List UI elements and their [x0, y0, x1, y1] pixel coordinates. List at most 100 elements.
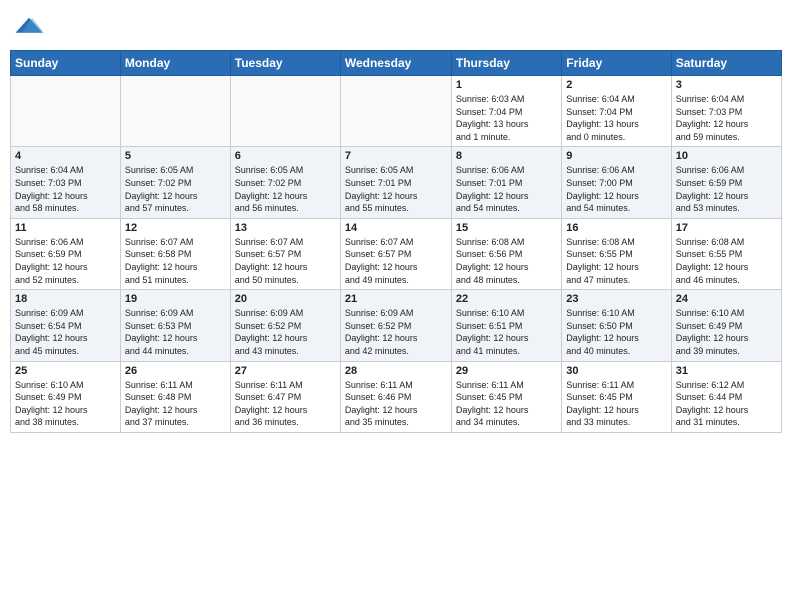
day-info: Sunrise: 6:11 AM Sunset: 6:47 PM Dayligh…	[235, 379, 336, 429]
day-info: Sunrise: 6:05 AM Sunset: 7:02 PM Dayligh…	[235, 164, 336, 214]
day-number: 31	[676, 365, 777, 377]
calendar-cell: 6 Sunrise: 6:05 AM Sunset: 7:02 PM Daylig…	[230, 147, 340, 218]
day-number: 4	[15, 150, 116, 162]
day-number: 23	[566, 293, 666, 305]
calendar-cell: 12 Sunrise: 6:07 AM Sunset: 6:58 PM Dayli…	[120, 218, 230, 289]
day-info: Sunrise: 6:05 AM Sunset: 7:01 PM Dayligh…	[345, 164, 447, 214]
day-info: Sunrise: 6:06 AM Sunset: 7:00 PM Dayligh…	[566, 164, 666, 214]
day-number: 11	[15, 222, 116, 234]
day-info: Sunrise: 6:05 AM Sunset: 7:02 PM Dayligh…	[125, 164, 226, 214]
day-info: Sunrise: 6:11 AM Sunset: 6:45 PM Dayligh…	[456, 379, 557, 429]
day-info: Sunrise: 6:09 AM Sunset: 6:52 PM Dayligh…	[345, 307, 447, 357]
day-number: 9	[566, 150, 666, 162]
calendar-cell	[120, 76, 230, 147]
logo	[14, 16, 46, 36]
day-number: 3	[676, 79, 777, 91]
day-number: 21	[345, 293, 447, 305]
calendar-table: SundayMondayTuesdayWednesdayThursdayFrid…	[10, 50, 782, 433]
day-header-monday: Monday	[120, 51, 230, 76]
day-number: 25	[15, 365, 116, 377]
day-number: 5	[125, 150, 226, 162]
calendar-cell: 15 Sunrise: 6:08 AM Sunset: 6:56 PM Dayli…	[451, 218, 561, 289]
calendar-cell: 30 Sunrise: 6:11 AM Sunset: 6:45 PM Dayli…	[562, 361, 671, 432]
day-header-wednesday: Wednesday	[340, 51, 451, 76]
calendar-cell: 9 Sunrise: 6:06 AM Sunset: 7:00 PM Daylig…	[562, 147, 671, 218]
calendar-cell: 24Sunrise: 6:10 AM Sunset: 6:49 PM Dayli…	[671, 290, 781, 361]
calendar-cell: 21 Sunrise: 6:09 AM Sunset: 6:52 PM Dayli…	[340, 290, 451, 361]
calendar-week-4: 18Sunrise: 6:09 AM Sunset: 6:54 PM Dayli…	[11, 290, 782, 361]
day-header-friday: Friday	[562, 51, 671, 76]
day-number: 27	[235, 365, 336, 377]
day-info: Sunrise: 6:03 AM Sunset: 7:04 PM Dayligh…	[456, 93, 557, 143]
day-number: 26	[125, 365, 226, 377]
calendar-cell: 7 Sunrise: 6:05 AM Sunset: 7:01 PM Daylig…	[340, 147, 451, 218]
day-number: 30	[566, 365, 666, 377]
day-info: Sunrise: 6:10 AM Sunset: 6:49 PM Dayligh…	[15, 379, 116, 429]
day-number: 28	[345, 365, 447, 377]
calendar-cell: 4 Sunrise: 6:04 AM Sunset: 7:03 PM Daylig…	[11, 147, 121, 218]
calendar-cell: 20 Sunrise: 6:09 AM Sunset: 6:52 PM Dayli…	[230, 290, 340, 361]
calendar-cell: 29 Sunrise: 6:11 AM Sunset: 6:45 PM Dayli…	[451, 361, 561, 432]
day-header-thursday: Thursday	[451, 51, 561, 76]
day-header-sunday: Sunday	[11, 51, 121, 76]
day-number: 29	[456, 365, 557, 377]
day-number: 24	[676, 293, 777, 305]
day-info: Sunrise: 6:07 AM Sunset: 6:57 PM Dayligh…	[345, 236, 447, 286]
calendar-cell: 25 Sunrise: 6:10 AM Sunset: 6:49 PM Dayli…	[11, 361, 121, 432]
calendar-cell	[11, 76, 121, 147]
day-info: Sunrise: 6:09 AM Sunset: 6:54 PM Dayligh…	[15, 307, 116, 357]
day-info: Sunrise: 6:06 AM Sunset: 6:59 PM Dayligh…	[676, 164, 777, 214]
calendar-cell: 3 Sunrise: 6:04 AM Sunset: 7:03 PM Daylig…	[671, 76, 781, 147]
day-info: Sunrise: 6:08 AM Sunset: 6:56 PM Dayligh…	[456, 236, 557, 286]
day-info: Sunrise: 6:07 AM Sunset: 6:58 PM Dayligh…	[125, 236, 226, 286]
day-number: 12	[125, 222, 226, 234]
day-number: 17	[676, 222, 777, 234]
day-number: 1	[456, 79, 557, 91]
calendar-cell: 14Sunrise: 6:07 AM Sunset: 6:57 PM Dayli…	[340, 218, 451, 289]
calendar-cell	[340, 76, 451, 147]
calendar-cell: 27 Sunrise: 6:11 AM Sunset: 6:47 PM Dayli…	[230, 361, 340, 432]
calendar-cell: 18Sunrise: 6:09 AM Sunset: 6:54 PM Dayli…	[11, 290, 121, 361]
day-info: Sunrise: 6:04 AM Sunset: 7:04 PM Dayligh…	[566, 93, 666, 143]
day-info: Sunrise: 6:06 AM Sunset: 6:59 PM Dayligh…	[15, 236, 116, 286]
calendar-cell	[230, 76, 340, 147]
page-header	[10, 10, 782, 42]
calendar-cell: 2 Sunrise: 6:04 AM Sunset: 7:04 PM Daylig…	[562, 76, 671, 147]
day-info: Sunrise: 6:04 AM Sunset: 7:03 PM Dayligh…	[676, 93, 777, 143]
day-number: 19	[125, 293, 226, 305]
day-info: Sunrise: 6:09 AM Sunset: 6:53 PM Dayligh…	[125, 307, 226, 357]
day-header-tuesday: Tuesday	[230, 51, 340, 76]
day-info: Sunrise: 6:11 AM Sunset: 6:45 PM Dayligh…	[566, 379, 666, 429]
day-number: 6	[235, 150, 336, 162]
calendar-cell: 26 Sunrise: 6:11 AM Sunset: 6:48 PM Dayli…	[120, 361, 230, 432]
calendar-cell: 23Sunrise: 6:10 AM Sunset: 6:50 PM Dayli…	[562, 290, 671, 361]
day-number: 8	[456, 150, 557, 162]
calendar-cell: 28 Sunrise: 6:11 AM Sunset: 6:46 PM Dayli…	[340, 361, 451, 432]
day-info: Sunrise: 6:11 AM Sunset: 6:48 PM Dayligh…	[125, 379, 226, 429]
day-info: Sunrise: 6:08 AM Sunset: 6:55 PM Dayligh…	[566, 236, 666, 286]
day-info: Sunrise: 6:11 AM Sunset: 6:46 PM Dayligh…	[345, 379, 447, 429]
calendar-cell: 11 Sunrise: 6:06 AM Sunset: 6:59 PM Dayli…	[11, 218, 121, 289]
day-number: 15	[456, 222, 557, 234]
calendar-cell: 16 Sunrise: 6:08 AM Sunset: 6:55 PM Dayli…	[562, 218, 671, 289]
calendar-week-3: 11 Sunrise: 6:06 AM Sunset: 6:59 PM Dayli…	[11, 218, 782, 289]
calendar-cell: 5 Sunrise: 6:05 AM Sunset: 7:02 PM Daylig…	[120, 147, 230, 218]
day-number: 20	[235, 293, 336, 305]
calendar-week-1: 1 Sunrise: 6:03 AM Sunset: 7:04 PM Daylig…	[11, 76, 782, 147]
day-info: Sunrise: 6:09 AM Sunset: 6:52 PM Dayligh…	[235, 307, 336, 357]
day-info: Sunrise: 6:06 AM Sunset: 7:01 PM Dayligh…	[456, 164, 557, 214]
day-number: 7	[345, 150, 447, 162]
calendar-cell: 10Sunrise: 6:06 AM Sunset: 6:59 PM Dayli…	[671, 147, 781, 218]
day-info: Sunrise: 6:04 AM Sunset: 7:03 PM Dayligh…	[15, 164, 116, 214]
day-number: 16	[566, 222, 666, 234]
day-number: 2	[566, 79, 666, 91]
calendar-cell: 1 Sunrise: 6:03 AM Sunset: 7:04 PM Daylig…	[451, 76, 561, 147]
calendar-cell: 19 Sunrise: 6:09 AM Sunset: 6:53 PM Dayli…	[120, 290, 230, 361]
calendar-week-2: 4 Sunrise: 6:04 AM Sunset: 7:03 PM Daylig…	[11, 147, 782, 218]
day-info: Sunrise: 6:07 AM Sunset: 6:57 PM Dayligh…	[235, 236, 336, 286]
logo-icon	[14, 16, 44, 36]
calendar-cell: 22Sunrise: 6:10 AM Sunset: 6:51 PM Dayli…	[451, 290, 561, 361]
calendar-week-5: 25 Sunrise: 6:10 AM Sunset: 6:49 PM Dayli…	[11, 361, 782, 432]
day-info: Sunrise: 6:08 AM Sunset: 6:55 PM Dayligh…	[676, 236, 777, 286]
day-number: 22	[456, 293, 557, 305]
